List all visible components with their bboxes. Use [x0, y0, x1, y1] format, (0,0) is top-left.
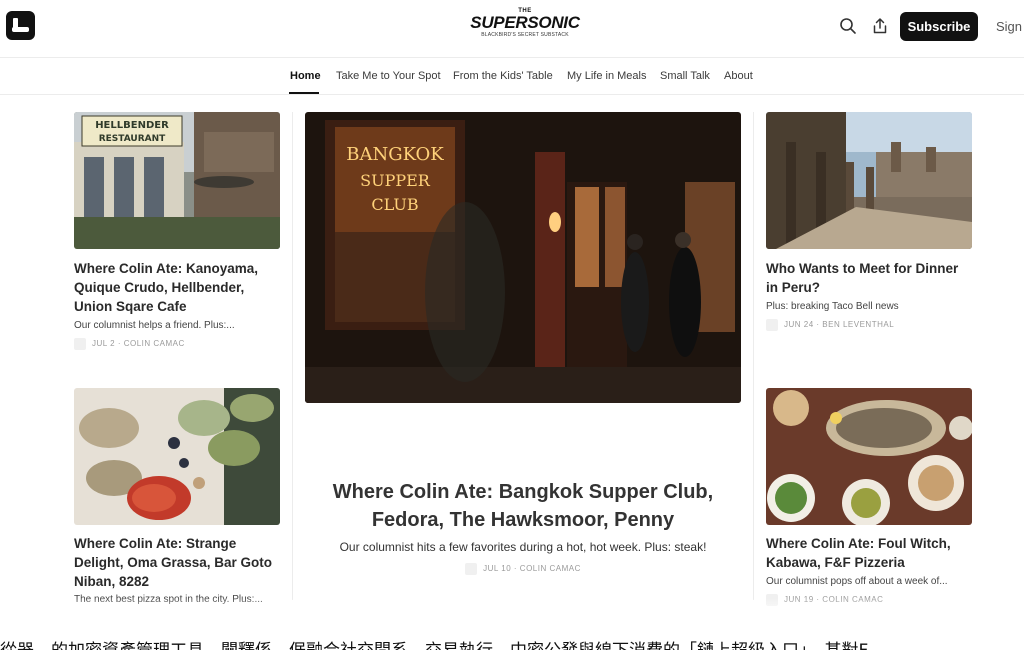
author-avatar-icon	[465, 563, 478, 575]
neon-club: CLUB	[371, 195, 418, 214]
hero-post-meta: JUL 10 · COLIN CAMAC	[305, 563, 741, 575]
nav-take-me-to-your-spot[interactable]: Take Me to Your Spot	[336, 70, 441, 82]
post-image-bangkok-supper-club[interactable]: BANGKOK SUPPER CLUB	[305, 112, 741, 403]
author-avatar-icon	[74, 338, 86, 350]
site-logo[interactable]: THE SUPERSONIC BLACKBIRD'S SECRET SUBSTA…	[460, 8, 590, 38]
column-divider-right	[753, 112, 754, 600]
post-meta-peru: JUN 24 · BEN LEVENTHAL	[766, 319, 894, 331]
nav-active-indicator	[289, 92, 319, 94]
post-meta-text: JUN 24 · BEN LEVENTHAL	[784, 320, 895, 330]
column-divider-left	[292, 112, 293, 600]
post-title-peru[interactable]: Who Wants to Meet for Dinner in Peru?	[766, 259, 972, 297]
author-avatar-icon	[766, 319, 778, 331]
subscribe-button[interactable]: Subscribe	[900, 12, 978, 41]
post-image-peru[interactable]	[766, 112, 972, 249]
post-title-foul-witch[interactable]: Where Colin Ate: Foul Witch, Kabawa, F&F…	[766, 534, 972, 572]
sign-hellbender: HELLBENDER	[95, 120, 169, 131]
post-image-foul-witch[interactable]	[766, 388, 972, 525]
hero-post-subtitle: Our columnist hits a few favorites durin…	[339, 540, 707, 554]
sign-in-link[interactable]: Sign	[996, 19, 1022, 34]
nav-about[interactable]: About	[724, 70, 753, 82]
sign-restaurant: RESTAURANT	[99, 134, 166, 144]
app-icon[interactable]	[6, 11, 35, 40]
overlay-caption-text: 從器，的加密資產管理工具，闡釋係，倨融合社交間系，交易執行，中密公發與線下消費的…	[0, 636, 1024, 650]
post-subtitle-peru: Plus: breaking Taco Bell news	[766, 301, 899, 312]
post-title-strange-delight[interactable]: Where Colin Ate: Strange Delight, Oma Gr…	[74, 534, 280, 591]
nav-small-talk[interactable]: Small Talk	[660, 70, 710, 82]
post-subtitle-foul-witch: Our columnist pops off about a week of..…	[766, 576, 948, 587]
content-fade-overlay	[0, 598, 1024, 616]
hero-meta-text: JUL 10 · COLIN CAMAC	[483, 564, 581, 574]
logo-wordmark: SUPERSONIC	[470, 13, 580, 32]
section-nav: Home Take Me to Your Spot From the Kids'…	[0, 59, 1024, 95]
site-header: THE SUPERSONIC BLACKBIRD'S SECRET SUBSTA…	[0, 0, 1024, 58]
share-icon[interactable]	[871, 17, 889, 35]
post-subtitle-kanoyama: Our columnist helps a friend. Plus:...	[74, 320, 235, 331]
logo-tagline: BLACKBIRD'S SECRET SUBSTACK	[481, 32, 569, 38]
post-meta-text: JUL 2 · COLIN CAMAC	[92, 339, 185, 349]
search-icon[interactable]	[839, 17, 857, 35]
neon-bangkok: BANGKOK	[346, 144, 444, 165]
post-image-oysters[interactable]	[74, 388, 280, 525]
hero-post-title[interactable]: Where Colin Ate: Bangkok Supper Club, Fe…	[305, 478, 741, 534]
nav-my-life-in-meals[interactable]: My Life in Meals	[567, 70, 646, 82]
post-meta-kanoyama: JUL 2 · COLIN CAMAC	[74, 338, 185, 350]
post-title-kanoyama[interactable]: Where Colin Ate: Kanoyama, Quique Crudo,…	[74, 259, 280, 316]
nav-home[interactable]: Home	[290, 70, 321, 82]
nav-from-the-kids-table[interactable]: From the Kids' Table	[453, 70, 553, 82]
post-image-hellbender[interactable]: HELLBENDER RESTAURANT	[74, 112, 280, 249]
neon-supper: SUPPER	[360, 171, 431, 190]
